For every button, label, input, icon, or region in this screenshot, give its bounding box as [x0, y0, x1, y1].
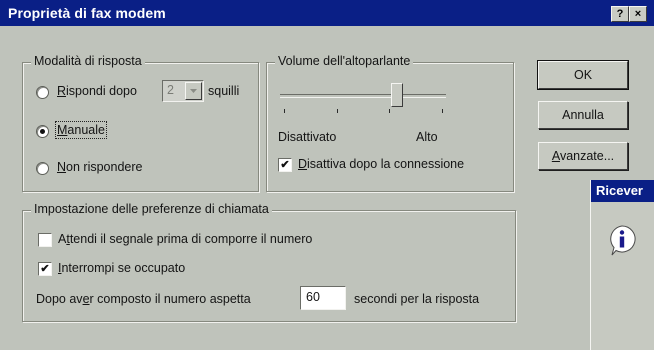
wait-seconds-label: Dopo aver composto il numero aspetta [36, 292, 251, 306]
volume-tick [284, 109, 285, 113]
hang-up-busy-checkbox[interactable]: ✔ [38, 262, 52, 276]
chevron-down-icon [190, 89, 197, 93]
rings-dropdown-button[interactable] [185, 82, 202, 100]
answer-mode-legend: Modalità di risposta [31, 54, 145, 68]
rings-count-dropdown[interactable]: 2 [162, 80, 204, 102]
close-icon: × [634, 8, 642, 20]
volume-tick [336, 109, 338, 113]
cancel-button[interactable]: Annulla [538, 101, 628, 129]
receive-panel: Ricever [590, 180, 654, 350]
help-button[interactable]: ? [611, 6, 629, 22]
cancel-button-label: Annulla [562, 108, 604, 122]
help-icon: ? [616, 8, 624, 20]
speaker-volume-legend: Volume dell'altoparlante [275, 54, 414, 68]
volume-slider[interactable] [280, 80, 450, 120]
ok-button[interactable]: OK [537, 60, 629, 90]
radio-manual[interactable] [36, 125, 49, 138]
wait-seconds-value: 60 [306, 290, 320, 304]
radio-answer-after-label[interactable]: Rispondi dopo [57, 84, 137, 98]
volume-tick [442, 109, 443, 113]
radio-answer-after[interactable] [36, 86, 49, 99]
volume-max-label: Alto [416, 130, 438, 144]
wait-dial-tone-label[interactable]: Attendi il segnale prima di comporre il … [58, 232, 312, 246]
info-icon [610, 225, 636, 256]
close-button[interactable]: × [629, 6, 647, 22]
radio-selected-dot [40, 129, 45, 134]
checkmark-icon: ✔ [280, 159, 290, 171]
volume-tick [389, 109, 391, 113]
window-title: Proprietà di fax modem [8, 5, 166, 21]
title-bar: Proprietà di fax modem ? × [0, 0, 654, 26]
volume-min-label: Disattivato [278, 130, 337, 144]
wait-dial-tone-checkbox[interactable] [38, 233, 52, 247]
receive-panel-title-bar: Ricever [591, 180, 654, 202]
disable-after-connect-checkbox[interactable]: ✔ [278, 158, 292, 172]
disable-after-connect-label[interactable]: Disattiva dopo la connessione [298, 157, 464, 171]
rings-suffix-label: squilli [208, 84, 240, 98]
wait-seconds-suffix: secondi per la risposta [354, 292, 480, 306]
radio-no-answer[interactable] [36, 162, 49, 175]
ok-button-label: OK [573, 68, 593, 82]
wait-seconds-input[interactable]: 60 [300, 286, 346, 310]
radio-no-answer-label[interactable]: Non rispondere [57, 160, 142, 174]
volume-track [280, 94, 446, 98]
receive-panel-title: Ricever [596, 183, 643, 198]
rings-count-value: 2 [167, 83, 174, 97]
call-preferences-legend: Impostazione delle preferenze di chiamat… [31, 202, 272, 216]
hang-up-busy-label[interactable]: Interrompi se occupato [58, 261, 185, 275]
advanced-button[interactable]: Avanzate... [538, 142, 628, 170]
volume-thumb[interactable] [391, 83, 404, 107]
advanced-button-label: Avanzate... [551, 149, 615, 163]
checkmark-icon: ✔ [40, 263, 50, 275]
radio-manual-label[interactable]: Manuale [55, 121, 107, 139]
